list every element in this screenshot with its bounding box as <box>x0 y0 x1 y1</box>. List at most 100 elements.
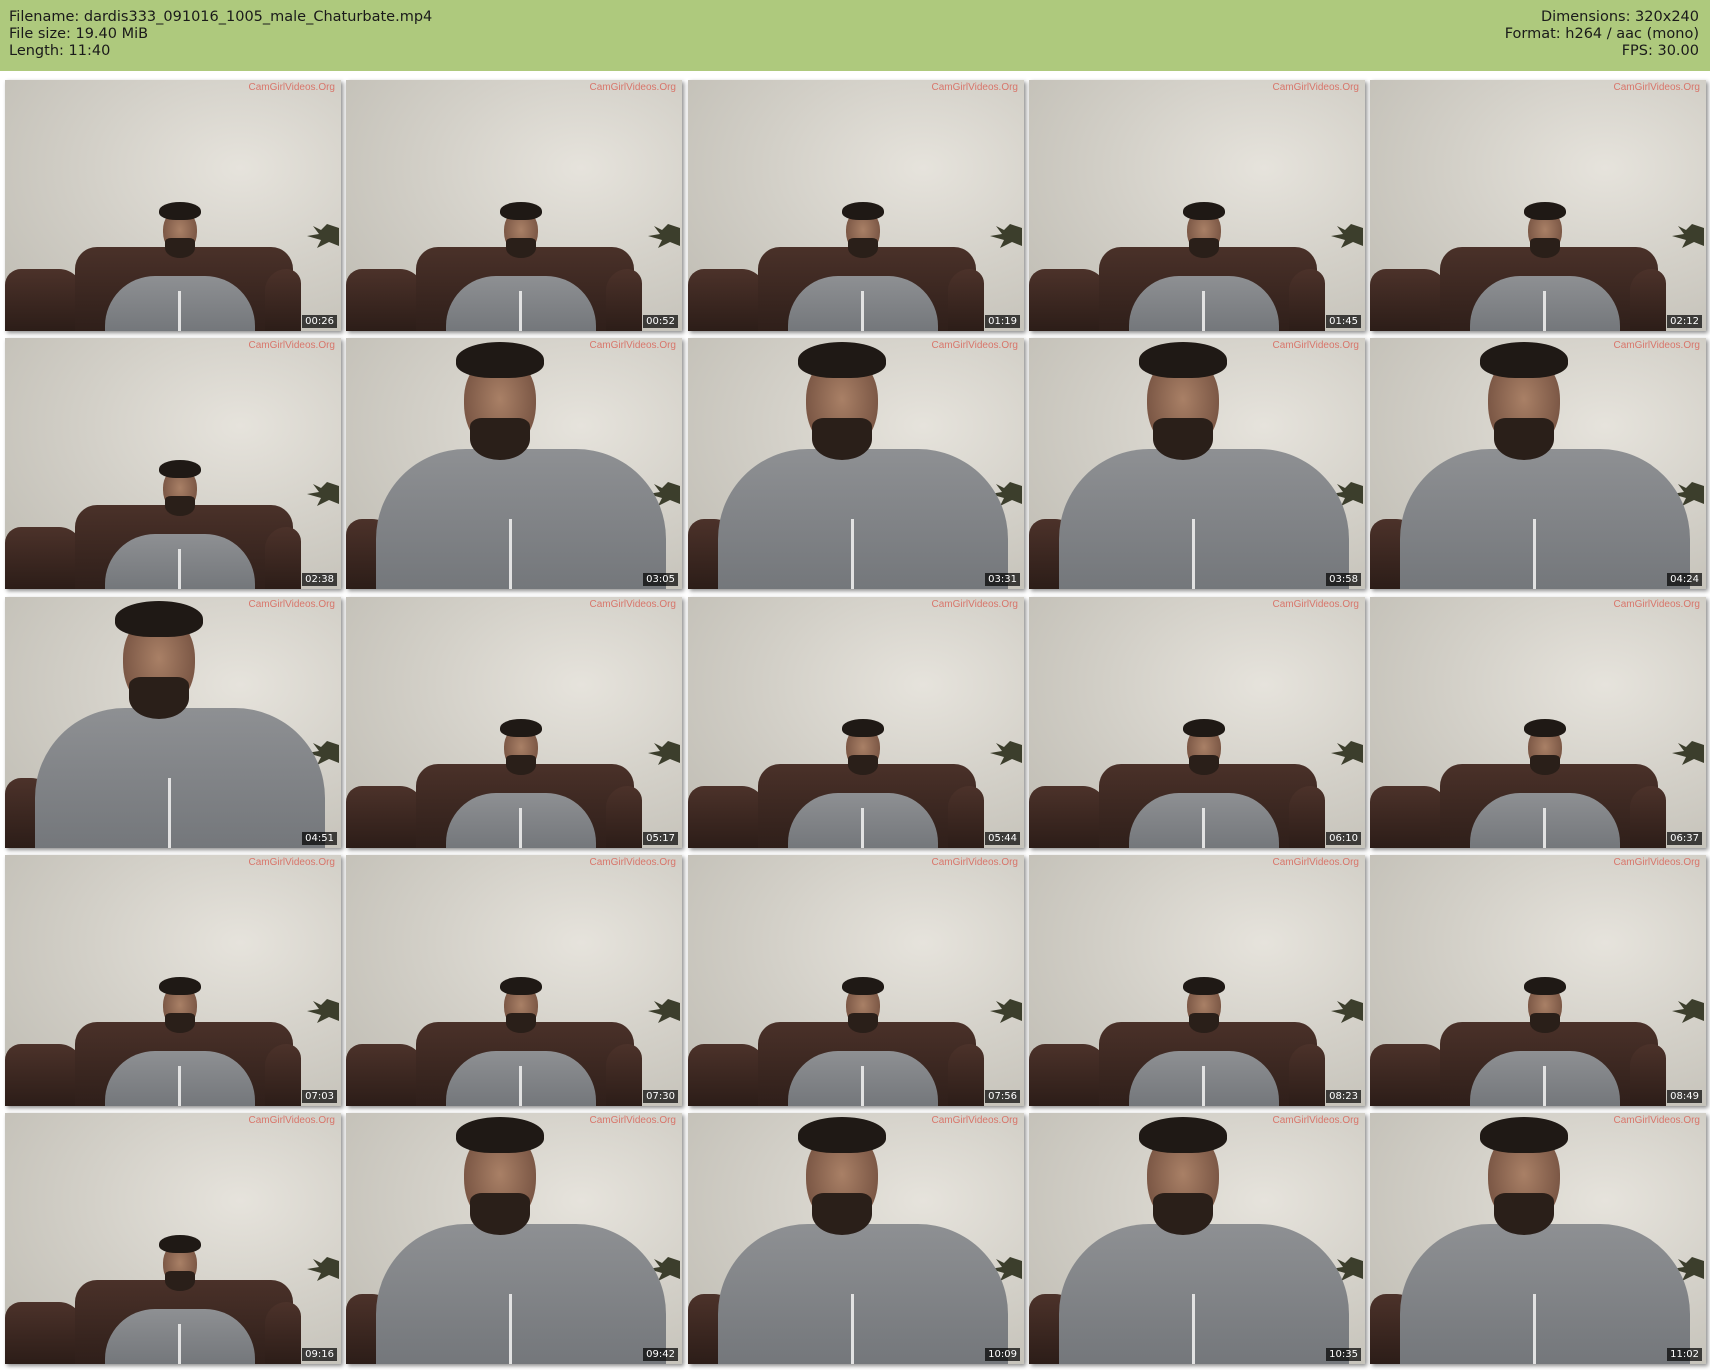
plant-leaves <box>648 999 680 1023</box>
person-beard <box>506 238 536 258</box>
video-thumbnail[interactable]: CamGirlVideos.Org 00:52 <box>346 80 682 331</box>
video-thumbnail[interactable]: CamGirlVideos.Org 01:45 <box>1029 80 1365 331</box>
video-thumbnail[interactable]: CamGirlVideos.Org 10:09 <box>688 1113 1024 1364</box>
sofa-arm-right <box>265 1044 301 1106</box>
timestamp-label: 04:51 <box>302 832 337 845</box>
video-thumbnail[interactable]: CamGirlVideos.Org 08:23 <box>1029 855 1365 1106</box>
hoodie-zipper <box>178 1324 181 1364</box>
video-thumbnail[interactable]: CamGirlVideos.Org 06:37 <box>1370 597 1706 848</box>
video-thumbnail[interactable]: CamGirlVideos.Org 03:05 <box>346 338 682 589</box>
plant-leaves <box>1672 224 1704 248</box>
person-beard <box>1189 1013 1219 1033</box>
sofa-arm-right <box>1289 786 1325 848</box>
timestamp-label: 10:09 <box>985 1348 1020 1361</box>
timestamp-label: 08:49 <box>1667 1090 1702 1103</box>
timestamp-label: 07:30 <box>643 1090 678 1103</box>
person-beard <box>165 1271 195 1291</box>
info-header: Filename: dardis333_091016_1005_male_Cha… <box>0 0 1710 71</box>
person-hair <box>500 202 542 220</box>
video-thumbnail[interactable]: CamGirlVideos.Org 03:31 <box>688 338 1024 589</box>
watermark-text: CamGirlVideos.Org <box>589 857 676 868</box>
person-hair <box>842 202 884 220</box>
person-torso <box>1059 1224 1349 1364</box>
plant-leaves <box>1331 741 1363 765</box>
watermark-text: CamGirlVideos.Org <box>1613 340 1700 351</box>
sofa-arm-right <box>265 1302 301 1364</box>
sofa-arm-left <box>5 527 83 589</box>
sofa-arm-right <box>1630 786 1666 848</box>
watermark-text: CamGirlVideos.Org <box>1272 82 1359 93</box>
person-hair <box>1183 202 1225 220</box>
timestamp-label: 03:31 <box>985 573 1020 586</box>
hoodie-zipper <box>851 519 854 589</box>
person-beard <box>1153 1193 1213 1235</box>
video-thumbnail[interactable]: CamGirlVideos.Org 05:17 <box>346 597 682 848</box>
sofa-arm-left <box>1370 269 1448 331</box>
hoodie-zipper <box>519 1066 522 1106</box>
video-thumbnail[interactable]: CamGirlVideos.Org 04:24 <box>1370 338 1706 589</box>
person-beard <box>470 1193 530 1235</box>
timestamp-label: 04:24 <box>1667 573 1702 586</box>
video-thumbnail[interactable]: CamGirlVideos.Org 07:30 <box>346 855 682 1106</box>
hoodie-zipper <box>519 808 522 848</box>
plant-leaves <box>307 482 339 506</box>
info-left: Filename: dardis333_091016_1005_male_Cha… <box>9 9 432 60</box>
hoodie-zipper <box>1543 291 1546 331</box>
timestamp-label: 09:42 <box>643 1348 678 1361</box>
plant-leaves <box>307 1257 339 1281</box>
video-thumbnail[interactable]: CamGirlVideos.Org 02:38 <box>5 338 341 589</box>
format-text: Format: h264 / aac (mono) <box>1504 26 1699 42</box>
video-thumbnail[interactable]: CamGirlVideos.Org 04:51 <box>5 597 341 848</box>
video-thumbnail[interactable]: CamGirlVideos.Org 08:49 <box>1370 855 1706 1106</box>
timestamp-label: 10:35 <box>1326 1348 1361 1361</box>
watermark-text: CamGirlVideos.Org <box>589 1115 676 1126</box>
video-thumbnail[interactable]: CamGirlVideos.Org 09:16 <box>5 1113 341 1364</box>
video-thumbnail[interactable]: CamGirlVideos.Org 09:42 <box>346 1113 682 1364</box>
video-thumbnail[interactable]: CamGirlVideos.Org 10:35 <box>1029 1113 1365 1364</box>
person-beard <box>1494 418 1554 460</box>
video-thumbnail[interactable]: CamGirlVideos.Org 02:12 <box>1370 80 1706 331</box>
hoodie-zipper <box>1202 808 1205 848</box>
person-hair <box>1183 719 1225 737</box>
person-hair <box>159 1235 201 1253</box>
sofa-arm-right <box>265 527 301 589</box>
hoodie-zipper <box>1543 808 1546 848</box>
sofa-arm-left <box>1370 786 1448 848</box>
hoodie-zipper <box>1192 519 1195 589</box>
info-right: Dimensions: 320x240 Format: h264 / aac (… <box>1505 9 1699 60</box>
person-beard <box>848 1013 878 1033</box>
video-thumbnail[interactable]: CamGirlVideos.Org 11:02 <box>1370 1113 1706 1364</box>
video-thumbnail[interactable]: CamGirlVideos.Org 07:56 <box>688 855 1024 1106</box>
watermark-text: CamGirlVideos.Org <box>1613 1115 1700 1126</box>
plant-leaves <box>648 741 680 765</box>
person-beard <box>1530 755 1560 775</box>
person-torso <box>1059 449 1349 589</box>
sofa-arm-left <box>1029 269 1107 331</box>
video-thumbnail[interactable]: CamGirlVideos.Org 00:26 <box>5 80 341 331</box>
person-hair <box>842 719 884 737</box>
watermark-text: CamGirlVideos.Org <box>248 340 335 351</box>
person-beard <box>165 238 195 258</box>
watermark-text: CamGirlVideos.Org <box>1272 1115 1359 1126</box>
person-beard <box>848 755 878 775</box>
person-beard <box>1189 755 1219 775</box>
watermark-text: CamGirlVideos.Org <box>248 82 335 93</box>
timestamp-label: 02:38 <box>302 573 337 586</box>
person-hair <box>1480 342 1568 378</box>
video-thumbnail[interactable]: CamGirlVideos.Org 05:44 <box>688 597 1024 848</box>
person-hair <box>1524 977 1566 995</box>
sofa-arm-left <box>5 1302 83 1364</box>
watermark-text: CamGirlVideos.Org <box>931 857 1018 868</box>
video-thumbnail[interactable]: CamGirlVideos.Org 07:03 <box>5 855 341 1106</box>
person-torso <box>376 449 666 589</box>
person-hair <box>159 460 201 478</box>
sofa-arm-right <box>606 786 642 848</box>
video-thumbnail[interactable]: CamGirlVideos.Org 03:58 <box>1029 338 1365 589</box>
watermark-text: CamGirlVideos.Org <box>589 599 676 610</box>
sofa-arm-right <box>265 269 301 331</box>
hoodie-zipper <box>1202 291 1205 331</box>
video-thumbnail[interactable]: CamGirlVideos.Org 06:10 <box>1029 597 1365 848</box>
timestamp-label: 05:44 <box>985 832 1020 845</box>
video-thumbnail[interactable]: CamGirlVideos.Org 01:19 <box>688 80 1024 331</box>
timestamp-label: 03:05 <box>643 573 678 586</box>
